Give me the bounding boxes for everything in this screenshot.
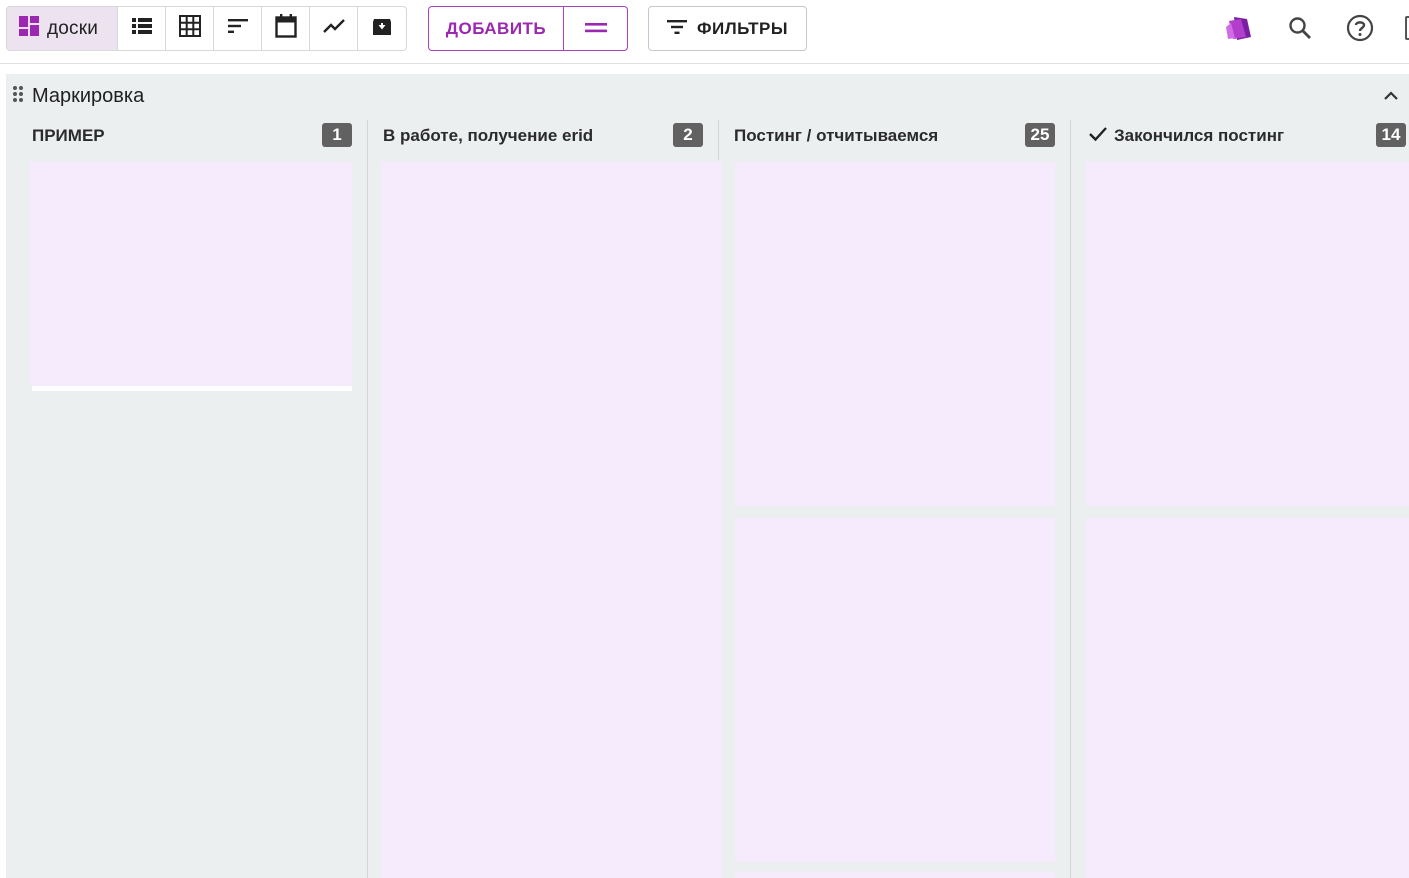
card[interactable] — [735, 162, 1055, 506]
view-chart-button[interactable] — [310, 7, 358, 50]
column-divider — [718, 120, 719, 160]
count-badge: 25 — [1025, 123, 1055, 147]
add-button[interactable]: ДОБАВИТЬ — [429, 7, 564, 50]
column-title: В работе, получение erid — [383, 126, 594, 145]
filters-label: ФИЛЬТРЫ — [696, 18, 789, 38]
view-table-button[interactable] — [166, 7, 214, 50]
column-title: Постинг / отчитываемся — [734, 126, 939, 145]
add-options-button[interactable] — [564, 7, 627, 50]
search-icon[interactable] — [1286, 14, 1314, 42]
count-badge: 1 — [322, 123, 352, 147]
equals-icon — [584, 20, 607, 38]
card[interactable] — [735, 518, 1055, 862]
column-title: ПРИМЕР — [32, 126, 105, 145]
view-sort-button[interactable] — [214, 7, 262, 50]
help-icon[interactable] — [1346, 14, 1374, 42]
card[interactable] — [30, 162, 352, 387]
collapse-icon[interactable] — [1381, 86, 1401, 106]
view-archive-button[interactable] — [358, 7, 406, 50]
column-header-posting[interactable]: Постинг / отчитываемся — [734, 122, 938, 150]
toolbar: доски ДОБАВИТЬ ФИЛЬТРЫ — [0, 0, 1409, 64]
card[interactable] — [1086, 518, 1409, 878]
filter-icon — [666, 19, 687, 39]
view-calendar-button[interactable] — [262, 7, 310, 50]
chart-icon — [322, 19, 345, 38]
boards-icon — [19, 16, 39, 41]
column-divider — [367, 120, 368, 878]
count-badge: 2 — [673, 123, 703, 147]
card-list[interactable] — [381, 162, 722, 878]
view-boards-label: доски — [47, 17, 99, 39]
card[interactable] — [735, 872, 1055, 878]
archive-icon — [372, 16, 392, 41]
column-title: Закончился постинг — [1114, 126, 1285, 145]
view-boards-button[interactable]: доски — [7, 7, 118, 50]
card-bottom-edge — [32, 386, 352, 391]
view-switcher: доски — [6, 6, 407, 51]
calendar-icon — [274, 14, 297, 43]
check-icon — [1088, 126, 1108, 147]
add-button-group: ДОБАВИТЬ — [428, 6, 628, 51]
filters-button[interactable]: ФИЛЬТРЫ — [648, 6, 807, 51]
view-list-button[interactable] — [118, 7, 166, 50]
list-icon — [131, 18, 152, 39]
column-divider — [1070, 120, 1071, 878]
drag-handle-icon[interactable] — [12, 85, 24, 108]
board: Маркировка ПРИМЕР 1 В работе, получение … — [6, 74, 1409, 878]
table-icon — [178, 15, 201, 42]
column-header-finished[interactable]: Закончился постинг — [1088, 122, 1284, 150]
board-title: Маркировка — [32, 84, 145, 107]
count-badge: 14 — [1376, 123, 1406, 147]
tag-icon[interactable] — [1225, 14, 1253, 42]
board-header: Маркировка — [12, 82, 144, 110]
panel-toggle-icon[interactable] — [1405, 16, 1409, 40]
column-header-example[interactable]: ПРИМЕР — [32, 122, 105, 150]
sort-icon — [227, 19, 248, 38]
card[interactable] — [1086, 162, 1409, 506]
column-header-in-progress[interactable]: В работе, получение erid — [383, 122, 593, 150]
